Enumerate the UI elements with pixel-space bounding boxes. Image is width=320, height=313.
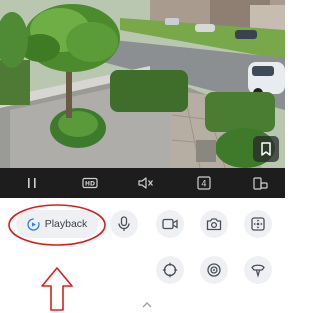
ptz-control-icon [251, 217, 265, 231]
snapshot-camera-icon [206, 218, 222, 231]
screen-rotate-icon [253, 177, 268, 190]
pause-icon [28, 178, 36, 188]
ptz-button[interactable] [244, 210, 272, 238]
microphone-icon [118, 216, 130, 231]
rotate-screen-button[interactable] [250, 168, 270, 198]
target-button[interactable] [156, 256, 184, 284]
player-control-bar: HD 4 [0, 168, 285, 198]
video-quality-button[interactable]: HD [80, 168, 100, 198]
split-view-button[interactable]: 4 [194, 168, 214, 198]
snapshot-button[interactable] [200, 210, 228, 238]
pause-button[interactable] [22, 168, 42, 198]
privacy-mode-button[interactable] [200, 256, 228, 284]
camera-scene [0, 0, 285, 168]
playback-label: Playback [44, 218, 88, 230]
action-panel: Playback [0, 198, 285, 313]
split-view-icon: 4 [197, 176, 211, 190]
siren-button[interactable] [244, 256, 272, 284]
chevron-up-icon[interactable] [141, 301, 153, 309]
camera-live-view[interactable] [0, 0, 285, 168]
record-button[interactable] [156, 210, 184, 238]
split-count-label: 4 [201, 179, 206, 189]
playback-icon [27, 217, 40, 231]
talk-button[interactable] [110, 210, 138, 238]
hd-quality-icon: HD [82, 177, 98, 189]
alarm-siren-icon [251, 264, 265, 278]
video-record-icon [162, 218, 178, 230]
privacy-lens-icon [207, 263, 221, 277]
bookmark-icon [261, 142, 271, 156]
mute-button[interactable] [136, 168, 156, 198]
mute-speaker-icon [138, 177, 153, 189]
bookmark-button[interactable] [253, 136, 279, 162]
playback-button[interactable]: Playback [16, 210, 98, 238]
up-arrow-annotation [41, 267, 73, 311]
crosshair-target-icon [162, 262, 178, 278]
hd-label: HD [85, 181, 95, 188]
